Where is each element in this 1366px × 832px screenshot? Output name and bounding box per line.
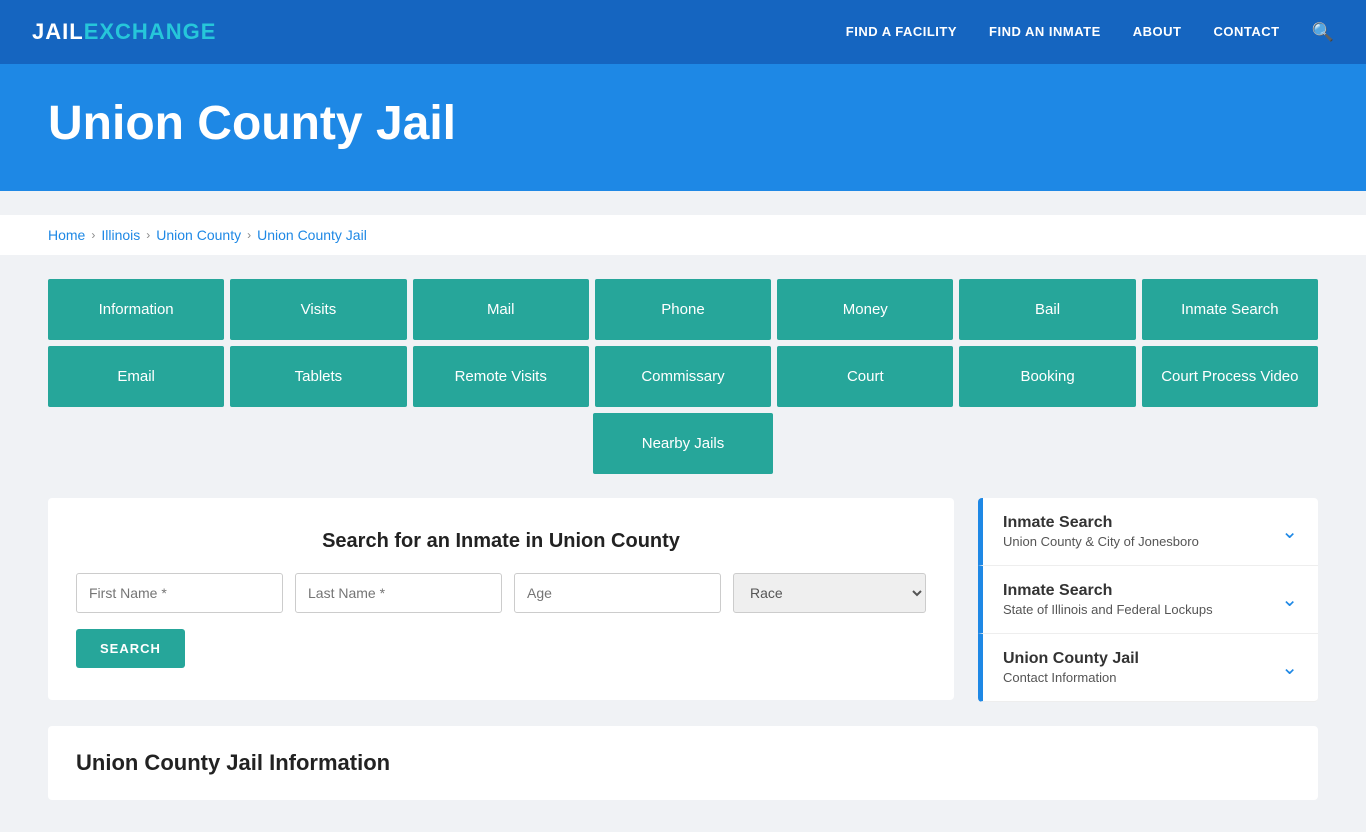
btn-visits[interactable]: Visits [230,279,406,340]
chevron-down-icon-3: ⌄ [1281,655,1298,680]
sidebar-item-3-content: Union County Jail Contact Information [1003,650,1139,685]
sidebar-item-3[interactable]: Union County Jail Contact Information ⌄ [978,634,1318,702]
button-grid-row3: Nearby Jails [48,413,1318,474]
btn-mail[interactable]: Mail [413,279,589,340]
btn-court[interactable]: Court [777,346,953,407]
breadcrumb-sep-1: › [91,228,95,242]
breadcrumb-home[interactable]: Home [48,227,85,243]
last-name-input[interactable] [295,573,502,613]
age-input[interactable] [514,573,721,613]
navbar: JAIL EXCHANGE FIND A FACILITY FIND AN IN… [0,0,1366,64]
breadcrumb-sep-2: › [146,228,150,242]
nav-about-link[interactable]: ABOUT [1133,24,1182,39]
lower-section: Search for an Inmate in Union County Rac… [48,498,1318,702]
search-button[interactable]: SEARCH [76,629,185,668]
btn-inmate-search[interactable]: Inmate Search [1142,279,1318,340]
sidebar-item-3-title: Union County Jail [1003,650,1139,668]
sidebar-item-1-title: Inmate Search [1003,514,1199,532]
breadcrumb-union-county[interactable]: Union County [156,227,241,243]
nav-contact[interactable]: CONTACT [1213,23,1279,41]
breadcrumb-illinois[interactable]: Illinois [101,227,140,243]
nav-find-inmate-link[interactable]: FIND AN INMATE [989,24,1101,39]
btn-commissary[interactable]: Commissary [595,346,771,407]
sidebar-item-1-subtitle: Union County & City of Jonesboro [1003,534,1199,549]
chevron-down-icon-1: ⌄ [1281,519,1298,544]
search-icon[interactable]: 🔍 [1312,22,1334,43]
breadcrumb-sep-3: › [247,228,251,242]
hero-banner: Union County Jail [0,64,1366,191]
nav-links: FIND A FACILITY FIND AN INMATE ABOUT CON… [846,22,1334,43]
sidebar-item-2-title: Inmate Search [1003,582,1213,600]
bottom-title: Union County Jail Information [76,750,1290,776]
nav-find-facility-link[interactable]: FIND A FACILITY [846,24,957,39]
sidebar-item-3-subtitle: Contact Information [1003,670,1139,685]
sidebar-item-1[interactable]: Inmate Search Union County & City of Jon… [978,498,1318,566]
sidebar-item-2-subtitle: State of Illinois and Federal Lockups [1003,602,1213,617]
btn-booking[interactable]: Booking [959,346,1135,407]
btn-money[interactable]: Money [777,279,953,340]
nav-about[interactable]: ABOUT [1133,23,1182,41]
nav-find-inmate[interactable]: FIND AN INMATE [989,23,1101,41]
search-fields: Race White Black Hispanic Asian Other [76,573,926,613]
sidebar-item-1-content: Inmate Search Union County & City of Jon… [1003,514,1199,549]
breadcrumb: Home › Illinois › Union County › Union C… [0,215,1366,255]
logo-exchange: EXCHANGE [84,19,217,45]
breadcrumb-current: Union County Jail [257,227,367,243]
btn-information[interactable]: Information [48,279,224,340]
nav-contact-link[interactable]: CONTACT [1213,24,1279,39]
btn-bail[interactable]: Bail [959,279,1135,340]
main-content: Home › Illinois › Union County › Union C… [0,191,1366,832]
logo-jail: JAIL [32,19,84,45]
btn-phone[interactable]: Phone [595,279,771,340]
btn-email[interactable]: Email [48,346,224,407]
logo[interactable]: JAIL EXCHANGE [32,19,216,45]
btn-remote-visits[interactable]: Remote Visits [413,346,589,407]
sidebar-item-2[interactable]: Inmate Search State of Illinois and Fede… [978,566,1318,634]
nav-find-facility[interactable]: FIND A FACILITY [846,23,957,41]
bottom-section: Union County Jail Information [48,726,1318,800]
page-title: Union County Jail [48,96,1318,151]
first-name-input[interactable] [76,573,283,613]
search-title: Search for an Inmate in Union County [76,530,926,553]
btn-court-process-video[interactable]: Court Process Video [1142,346,1318,407]
sidebar: Inmate Search Union County & City of Jon… [978,498,1318,702]
inmate-search-box: Search for an Inmate in Union County Rac… [48,498,954,700]
sidebar-item-2-content: Inmate Search State of Illinois and Fede… [1003,582,1213,617]
race-select[interactable]: Race White Black Hispanic Asian Other [733,573,926,613]
chevron-down-icon-2: ⌄ [1281,587,1298,612]
btn-nearby-jails[interactable]: Nearby Jails [593,413,773,474]
button-grid-row1: Information Visits Mail Phone Money Bail… [48,279,1318,340]
btn-tablets[interactable]: Tablets [230,346,406,407]
button-grid-row2: Email Tablets Remote Visits Commissary C… [48,346,1318,407]
